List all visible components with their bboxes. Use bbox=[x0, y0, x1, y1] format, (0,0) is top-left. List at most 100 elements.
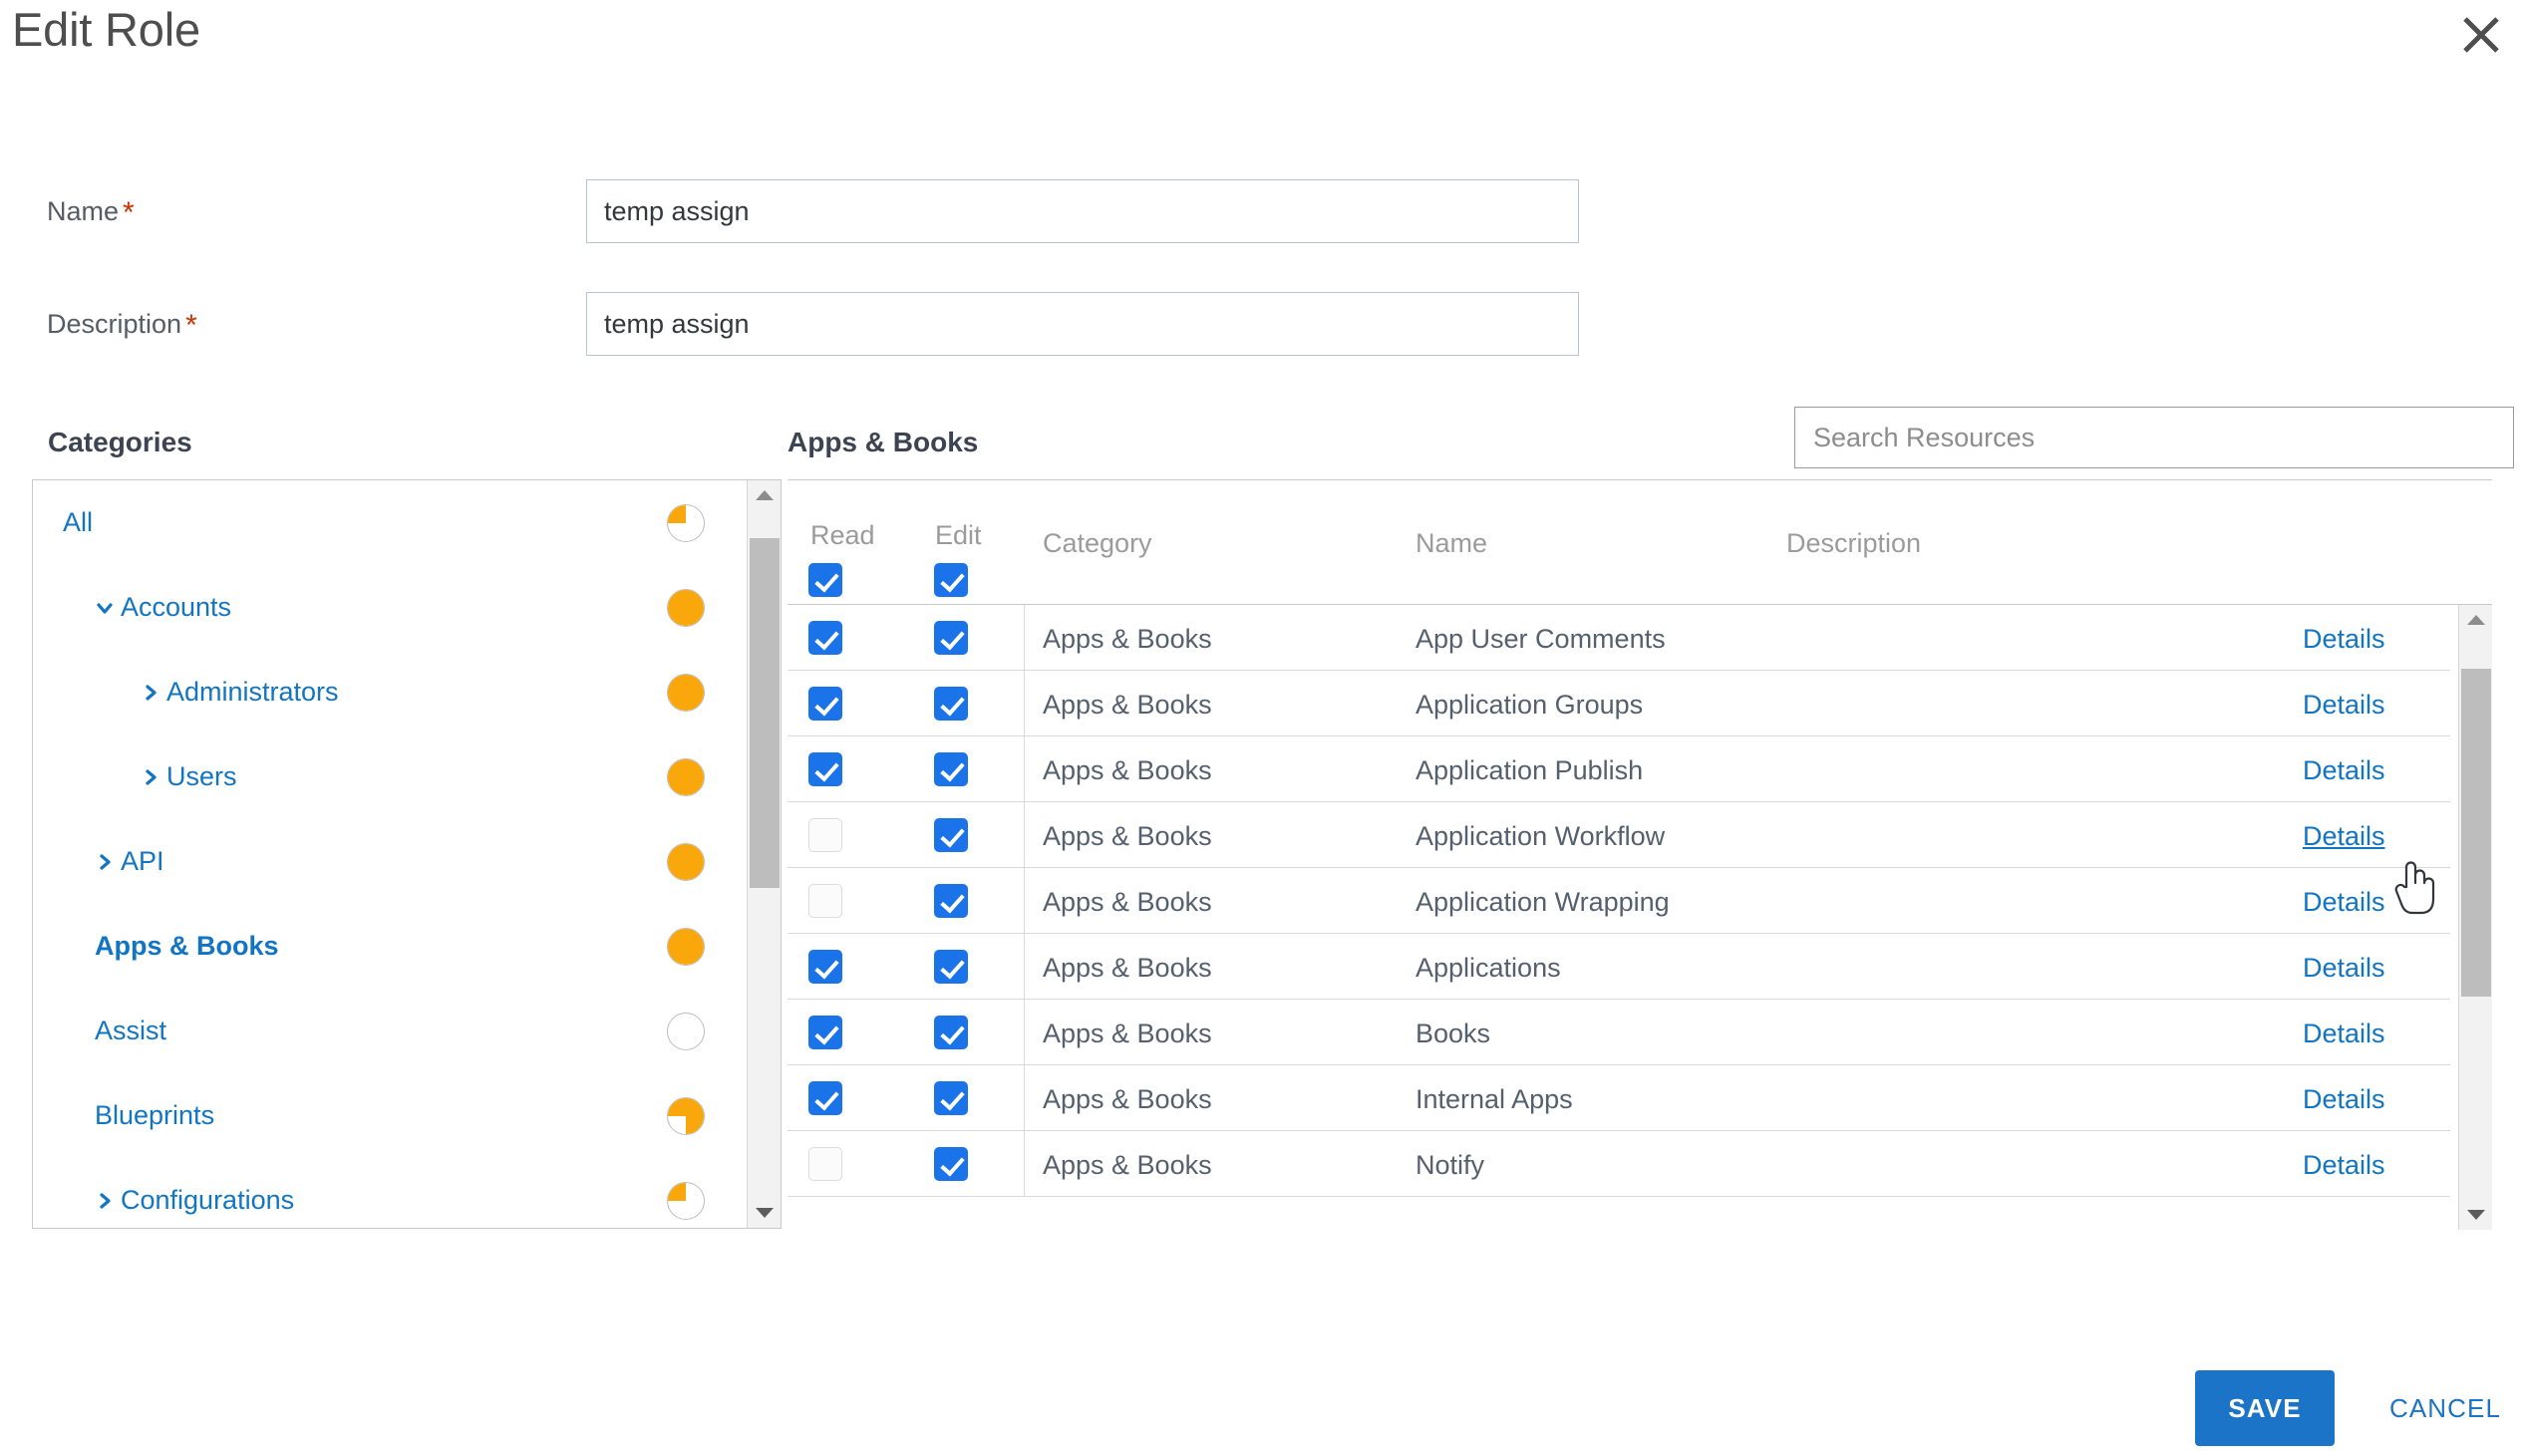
categories-scrollbar[interactable] bbox=[747, 480, 781, 1228]
read-checkbox[interactable] bbox=[808, 752, 842, 791]
cell-category: Apps & Books bbox=[1043, 953, 1212, 983]
permission-pie-icon bbox=[667, 1181, 705, 1220]
edit-checkbox[interactable] bbox=[934, 1081, 968, 1120]
chevron-down-icon[interactable] bbox=[95, 598, 115, 618]
category-item-blueprints[interactable]: Blueprints bbox=[33, 1073, 747, 1158]
edit-checkbox[interactable] bbox=[934, 818, 968, 857]
details-link[interactable]: Details bbox=[2303, 624, 2385, 655]
chevron-right-icon[interactable] bbox=[95, 1191, 115, 1211]
cell-category: Apps & Books bbox=[1043, 821, 1212, 851]
details-link[interactable]: Details bbox=[2303, 1084, 2385, 1115]
details-link[interactable]: Details bbox=[2303, 887, 2385, 918]
read-checkbox[interactable] bbox=[808, 1081, 842, 1120]
permission-pie-icon bbox=[667, 1096, 705, 1135]
permission-pie-icon bbox=[667, 842, 705, 881]
cell-name: Notify bbox=[1416, 1150, 1485, 1180]
description-label: Description * bbox=[47, 309, 197, 343]
cell-name: Books bbox=[1416, 1019, 1491, 1048]
categories-panel: All Accounts Administrators Users API Apps & … bbox=[32, 479, 782, 1229]
chevron-right-icon[interactable] bbox=[141, 767, 160, 787]
details-link[interactable]: Details bbox=[2303, 821, 2385, 852]
column-header-category: Category bbox=[1043, 528, 1152, 558]
permission-pie-icon bbox=[667, 757, 705, 796]
category-item-users[interactable]: Users bbox=[33, 734, 747, 819]
edit-checkbox[interactable] bbox=[934, 687, 968, 726]
description-label-text: Description bbox=[47, 309, 182, 339]
category-item-label: API bbox=[121, 846, 164, 876]
category-item-accounts[interactable]: Accounts bbox=[33, 565, 747, 650]
edit-checkbox[interactable] bbox=[934, 621, 968, 660]
edit-checkbox[interactable] bbox=[934, 950, 968, 989]
category-item-assist[interactable]: Assist bbox=[33, 989, 747, 1073]
scroll-down-icon[interactable] bbox=[748, 1198, 781, 1228]
permission-pie-icon bbox=[667, 588, 705, 627]
select-all-read-checkbox[interactable] bbox=[808, 563, 842, 602]
description-input[interactable] bbox=[586, 292, 1579, 356]
scroll-up-icon[interactable] bbox=[2459, 605, 2493, 635]
category-item-label: Configurations bbox=[121, 1185, 295, 1215]
name-form-row: Name * bbox=[0, 179, 2524, 243]
required-marker: * bbox=[123, 196, 135, 229]
category-item-label: Accounts bbox=[121, 592, 232, 622]
details-link[interactable]: Details bbox=[2303, 1019, 2385, 1049]
details-link[interactable]: Details bbox=[2303, 755, 2385, 786]
cell-name: Internal Apps bbox=[1416, 1084, 1573, 1114]
scrollbar-thumb[interactable] bbox=[750, 537, 780, 889]
read-checkbox[interactable] bbox=[808, 950, 842, 989]
details-link[interactable]: Details bbox=[2303, 953, 2385, 984]
read-checkbox[interactable] bbox=[808, 884, 842, 923]
required-marker: * bbox=[185, 309, 197, 342]
category-item-apps-books[interactable]: Apps & Books bbox=[33, 904, 747, 989]
cell-name: App User Comments bbox=[1416, 624, 1666, 654]
description-form-row: Description * bbox=[0, 292, 2524, 356]
table-row: Apps & Books Notify Details bbox=[788, 1131, 2450, 1197]
name-label: Name * bbox=[47, 196, 135, 230]
table-row: Apps & Books Application Publish Details bbox=[788, 736, 2450, 802]
cell-category: Apps & Books bbox=[1043, 755, 1212, 785]
column-header-name: Name bbox=[1416, 528, 1488, 558]
read-checkbox[interactable] bbox=[808, 1147, 842, 1186]
table-header: Read Edit Category Name Description bbox=[788, 480, 2492, 605]
edit-checkbox[interactable] bbox=[934, 1016, 968, 1054]
read-checkbox[interactable] bbox=[808, 621, 842, 660]
chevron-right-icon[interactable] bbox=[141, 683, 160, 703]
read-checkbox[interactable] bbox=[808, 1016, 842, 1054]
table-row: Apps & Books Books Details bbox=[788, 1000, 2450, 1065]
table-row: Apps & Books Application Wrapping Details bbox=[788, 868, 2450, 934]
category-item-configurations[interactable]: Configurations bbox=[33, 1158, 747, 1228]
table-scrollbar[interactable] bbox=[2458, 605, 2492, 1230]
page-title: Edit Role bbox=[12, 3, 200, 56]
read-checkbox[interactable] bbox=[808, 687, 842, 726]
category-item-all[interactable]: All bbox=[33, 480, 747, 565]
categories-heading: Categories bbox=[48, 427, 192, 457]
search-input[interactable] bbox=[1794, 407, 2514, 468]
column-header-edit: Edit bbox=[935, 520, 982, 550]
category-item-administrators[interactable]: Administrators bbox=[33, 650, 747, 734]
scroll-up-icon[interactable] bbox=[748, 480, 781, 510]
category-item-api[interactable]: API bbox=[33, 819, 747, 904]
save-button[interactable]: SAVE bbox=[2195, 1370, 2335, 1446]
cancel-button[interactable]: CANCEL bbox=[2370, 1370, 2520, 1446]
category-item-label: Users bbox=[166, 761, 237, 791]
edit-checkbox[interactable] bbox=[934, 884, 968, 923]
details-link[interactable]: Details bbox=[2303, 1150, 2385, 1181]
table-row: Apps & Books Application Groups Details bbox=[788, 671, 2450, 736]
close-icon[interactable] bbox=[2452, 6, 2510, 64]
cell-category: Apps & Books bbox=[1043, 1019, 1212, 1048]
cell-category: Apps & Books bbox=[1043, 1084, 1212, 1114]
name-input[interactable] bbox=[586, 179, 1579, 243]
cell-category: Apps & Books bbox=[1043, 690, 1212, 720]
scroll-down-icon[interactable] bbox=[2459, 1200, 2493, 1230]
table-row: Apps & Books Application Workflow Details bbox=[788, 802, 2450, 868]
edit-checkbox[interactable] bbox=[934, 752, 968, 791]
details-link[interactable]: Details bbox=[2303, 690, 2385, 721]
chevron-right-icon[interactable] bbox=[95, 852, 115, 872]
cell-category: Apps & Books bbox=[1043, 1150, 1212, 1180]
read-checkbox[interactable] bbox=[808, 818, 842, 857]
select-all-edit-checkbox[interactable] bbox=[934, 563, 968, 602]
resource-category-heading: Apps & Books bbox=[788, 427, 979, 457]
categories-list: All Accounts Administrators Users API Apps & … bbox=[33, 480, 747, 1228]
edit-checkbox[interactable] bbox=[934, 1147, 968, 1186]
scrollbar-thumb[interactable] bbox=[2461, 669, 2491, 997]
permission-pie-icon bbox=[667, 503, 705, 542]
